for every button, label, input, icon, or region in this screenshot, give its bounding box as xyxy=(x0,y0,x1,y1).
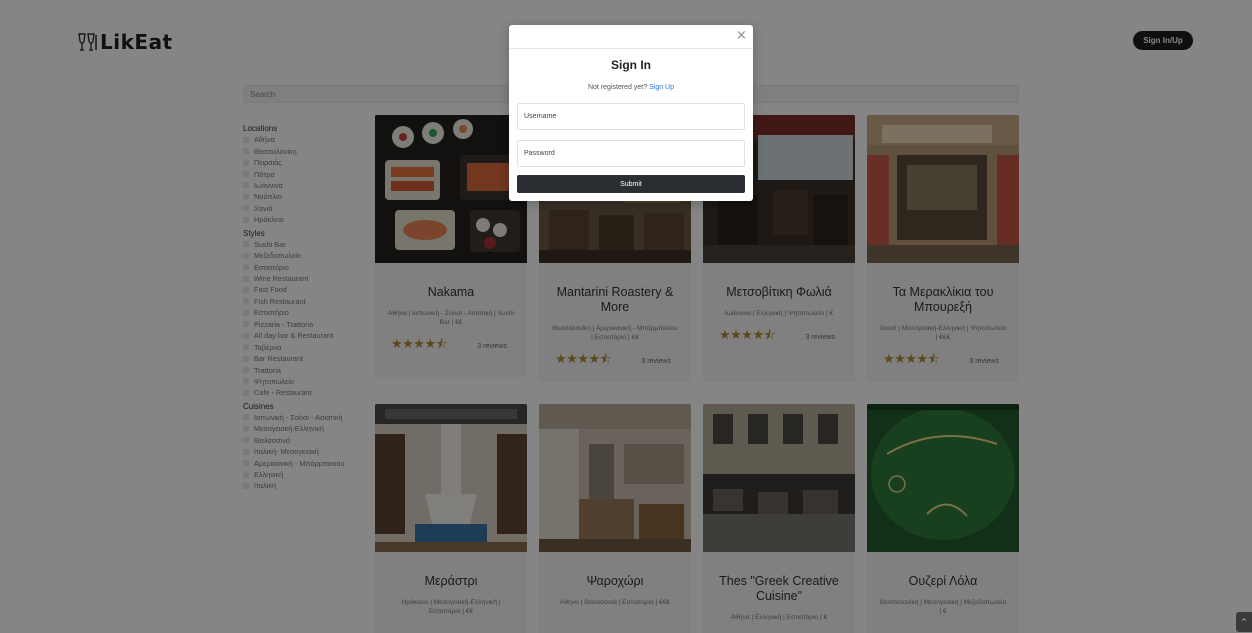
modal-divider xyxy=(509,48,753,49)
scroll-to-top-button[interactable]: ^ xyxy=(1236,612,1252,632)
sign-up-link[interactable]: Sign Up xyxy=(649,84,674,91)
sign-in-modal: × Sign In Not registered yet? Sign Up Us… xyxy=(509,25,753,201)
close-icon[interactable]: × xyxy=(736,28,747,43)
password-input[interactable]: Password xyxy=(517,140,745,167)
modal-title: Sign In xyxy=(611,58,651,72)
not-registered-text: Not registered yet? xyxy=(587,84,648,91)
submit-button[interactable]: Submit xyxy=(517,175,745,193)
username-input[interactable]: Username xyxy=(517,103,745,130)
signup-prompt: Not registered yet? Sign Up xyxy=(509,84,753,91)
page: LikEat Sign In/Up Search Locations Αθήνα… xyxy=(0,0,1252,633)
